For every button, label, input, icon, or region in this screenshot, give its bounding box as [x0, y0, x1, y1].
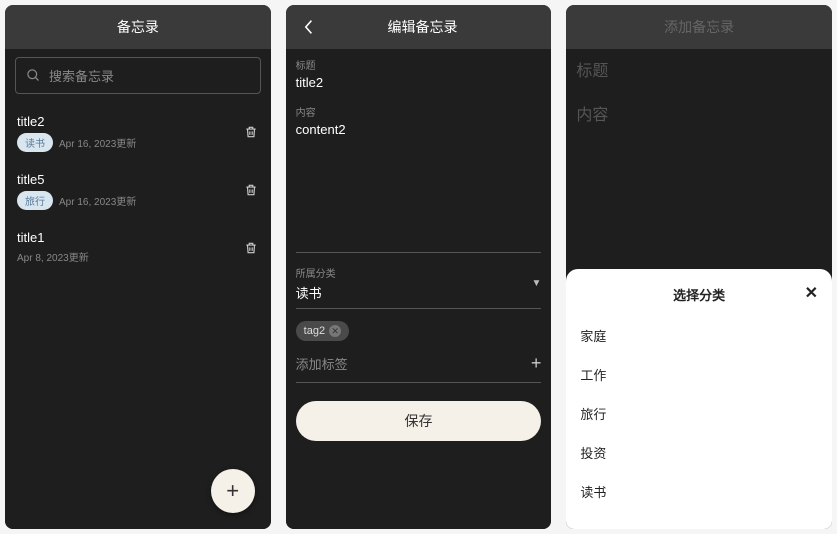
memo-title: title2 — [17, 114, 235, 129]
category-option[interactable]: 旅行 — [580, 394, 818, 433]
delete-icon[interactable] — [243, 122, 259, 142]
category-option[interactable]: 家庭 — [580, 316, 818, 355]
tag-label: tag2 — [304, 325, 325, 337]
tag-chip[interactable]: tag2 ✕ — [296, 321, 349, 341]
memo-item[interactable]: title5 旅行 Apr 16, 2023更新 — [15, 164, 261, 222]
category-label: 所属分类 — [296, 265, 532, 280]
delete-icon[interactable] — [243, 238, 259, 258]
memo-date: Apr 8, 2023更新 — [17, 249, 89, 264]
content-area: 搜索备忘录 title2 读书 Apr 16, 2023更新 title5 旅行 Apr … — [5, 49, 271, 529]
save-button[interactable]: 保存 — [296, 401, 542, 441]
category-pill: 旅行 — [17, 191, 53, 210]
page-title: 添加备忘录 — [580, 17, 818, 37]
memo-list-screen: 备忘录 搜索备忘录 title2 读书 Apr 16, 2023更新 title5 旅行… — [5, 5, 271, 529]
category-sheet: 选择分类 ✕ 家庭工作旅行投资读书 — [566, 269, 832, 529]
plus-icon: + — [531, 353, 542, 374]
add-tag-label: 添加标签 — [296, 354, 348, 373]
add-memo-fab[interactable]: + — [211, 469, 255, 513]
search-icon — [26, 68, 41, 83]
chevron-down-icon: ▼ — [531, 278, 541, 289]
memo-date: Apr 16, 2023更新 — [59, 193, 136, 208]
content-area: 标题 title2 内容 content2 所属分类 读书 ▼ tag2 ✕ 添… — [286, 49, 552, 529]
close-button[interactable]: ✕ — [805, 283, 818, 303]
sheet-title: 选择分类 — [673, 285, 725, 304]
header: 编辑备忘录 — [286, 5, 552, 49]
content-label: 内容 — [296, 104, 542, 119]
content-field[interactable]: 内容 content2 — [296, 104, 542, 234]
plus-icon: + — [226, 478, 239, 504]
memo-item[interactable]: title2 读书 Apr 16, 2023更新 — [15, 106, 261, 164]
delete-icon[interactable] — [243, 180, 259, 200]
tag-remove-icon[interactable]: ✕ — [329, 325, 341, 337]
category-pill: 读书 — [17, 133, 53, 152]
content-placeholder: 内容 — [576, 101, 822, 125]
tags-row: tag2 ✕ — [296, 321, 542, 341]
title-placeholder: 标题 — [576, 57, 822, 81]
page-title: 编辑备忘录 — [308, 17, 538, 37]
header: 备忘录 — [5, 5, 271, 49]
search-placeholder: 搜索备忘录 — [49, 66, 114, 85]
category-dropdown[interactable]: 所属分类 读书 ▼ — [296, 265, 542, 309]
memo-title: title1 — [17, 230, 235, 245]
category-option[interactable]: 读书 — [580, 472, 818, 511]
title-field[interactable]: 标题 title2 — [296, 57, 542, 90]
title-label: 标题 — [296, 57, 542, 72]
page-title: 备忘录 — [19, 17, 257, 37]
memo-title: title5 — [17, 172, 235, 187]
memo-date: Apr 16, 2023更新 — [59, 135, 136, 150]
title-value: title2 — [296, 75, 542, 90]
content-field: 内容 — [576, 101, 822, 125]
title-field: 标题 — [576, 57, 822, 81]
category-value: 读书 — [296, 283, 532, 302]
content-value: content2 — [296, 122, 542, 137]
edit-memo-screen: 编辑备忘录 标题 title2 内容 content2 所属分类 读书 ▼ ta… — [286, 5, 552, 529]
sheet-header: 选择分类 ✕ — [580, 281, 818, 316]
add-memo-screen: 添加备忘录 标题 内容 选择分类 ✕ 家庭工作旅行投资读书 — [566, 5, 832, 529]
search-input[interactable]: 搜索备忘录 — [15, 57, 261, 94]
header: 添加备忘录 — [566, 5, 832, 49]
category-option[interactable]: 工作 — [580, 355, 818, 394]
memo-item[interactable]: title1 Apr 8, 2023更新 — [15, 222, 261, 276]
category-option[interactable]: 投资 — [580, 433, 818, 472]
add-tag-button[interactable]: 添加标签 + — [296, 353, 542, 383]
